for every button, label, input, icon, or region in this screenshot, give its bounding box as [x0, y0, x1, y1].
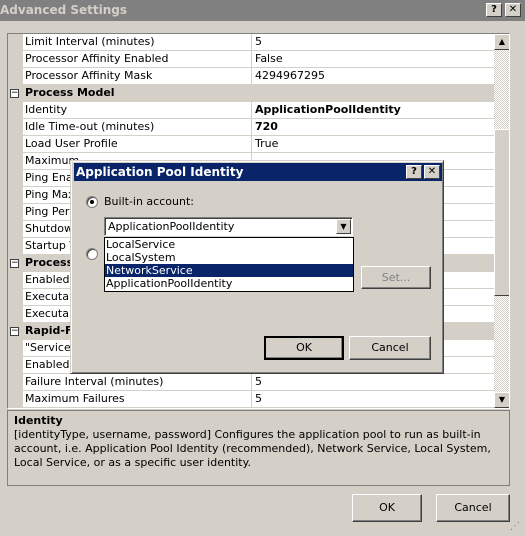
dropdown-option[interactable]: ApplicationPoolIdentity [105, 277, 353, 290]
property-value[interactable]: 4294967295 [251, 68, 494, 85]
property-row[interactable]: Processor Affinity Mask 4294967295 [8, 68, 494, 85]
dialog-help-button[interactable]: ? [406, 165, 422, 179]
set-button[interactable]: Set... [361, 266, 431, 289]
category-row[interactable]: − Process Model [8, 85, 494, 102]
property-label: Load User Profile [23, 136, 251, 153]
close-button[interactable]: ✕ [505, 3, 521, 17]
scroll-thumb[interactable] [494, 129, 509, 296]
custom-account-radio[interactable] [86, 248, 98, 260]
scroll-up-button[interactable]: ▲ [494, 34, 509, 50]
property-label: Failure Interval (minutes) [23, 374, 251, 391]
property-label: Maximum Failures [23, 391, 251, 408]
property-row[interactable]: Load User Profile True [8, 136, 494, 153]
dialog-close-button[interactable]: ✕ [424, 165, 440, 179]
property-label: Processor Affinity Enabled [23, 51, 251, 68]
vertical-scrollbar[interactable]: ▲ ▼ [494, 34, 509, 408]
property-row[interactable]: Maximum Failures 5 [8, 391, 494, 408]
combo-value: ApplicationPoolIdentity [108, 220, 235, 233]
property-value[interactable]: 5 [251, 374, 494, 391]
property-value[interactable]: True [251, 136, 494, 153]
dialog-ok-button[interactable]: OK [264, 336, 344, 360]
property-row[interactable]: Processor Affinity Enabled False [8, 51, 494, 68]
help-button[interactable]: ? [486, 3, 502, 17]
builtin-account-combo[interactable]: ApplicationPoolIdentity ▼ [104, 217, 353, 236]
description-text: [identityType, username, password] Confi… [14, 428, 491, 469]
dialog-titlebar: Application Pool Identity [74, 163, 442, 181]
property-row[interactable]: Idle Time-out (minutes) 720 [8, 119, 494, 136]
collapse-icon[interactable]: − [10, 327, 19, 336]
property-value[interactable]: ApplicationPoolIdentity [251, 102, 494, 119]
chevron-down-icon[interactable]: ▼ [336, 219, 351, 234]
property-row[interactable]: Failure Interval (minutes) 5 [8, 374, 494, 391]
dropdown-option[interactable]: NetworkService [105, 264, 353, 277]
property-label: Limit Interval (minutes) [23, 34, 251, 51]
window-title: Advanced Settings [0, 3, 128, 17]
property-value[interactable]: 5 [251, 34, 494, 51]
property-label: Idle Time-out (minutes) [23, 119, 251, 136]
property-row[interactable]: Limit Interval (minutes) 5 [8, 34, 494, 51]
resize-grip-icon[interactable]: ⋰ [510, 521, 520, 532]
dropdown-option[interactable]: LocalService [105, 238, 353, 251]
scroll-down-button[interactable]: ▼ [494, 392, 509, 408]
property-label: Processor Affinity Mask [23, 68, 251, 85]
property-value[interactable]: 720 [251, 119, 494, 136]
collapse-icon[interactable]: − [10, 259, 19, 268]
ok-button[interactable]: OK [352, 494, 422, 522]
property-label: Identity [23, 102, 251, 119]
app-pool-identity-dialog: Application Pool Identity ? ✕ Built-in a… [70, 160, 444, 374]
property-value[interactable]: 5 [251, 391, 494, 408]
builtin-account-label: Built-in account: [104, 195, 194, 208]
dialog-cancel-button[interactable]: Cancel [349, 336, 431, 360]
description-title: Identity [14, 414, 63, 427]
dialog-title: Application Pool Identity [76, 165, 244, 179]
dropdown-option[interactable]: LocalSystem [105, 251, 353, 264]
property-value[interactable]: False [251, 51, 494, 68]
property-row[interactable]: Identity ApplicationPoolIdentity [8, 102, 494, 119]
property-label: Process Model [23, 85, 494, 102]
description-panel: Identity [identityType, username, passwo… [7, 410, 510, 486]
window-titlebar: Advanced Settings [0, 0, 525, 21]
builtin-account-radio[interactable] [86, 196, 98, 208]
account-dropdown-list: LocalService LocalSystem NetworkService App… [104, 237, 354, 292]
cancel-button[interactable]: Cancel [436, 494, 510, 522]
collapse-icon[interactable]: − [10, 89, 19, 98]
